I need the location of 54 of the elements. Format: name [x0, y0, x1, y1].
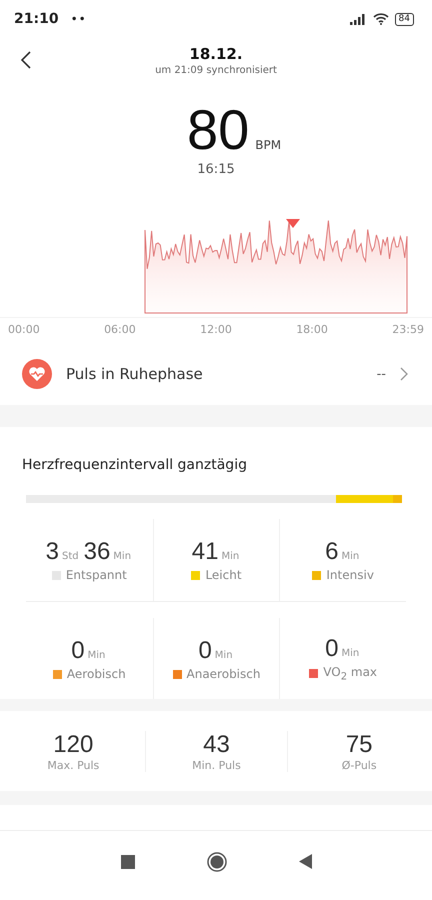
circle-icon — [206, 852, 226, 872]
signal-icon — [350, 14, 367, 24]
back-nav-button[interactable] — [298, 854, 312, 869]
wifi-icon — [372, 13, 389, 25]
resting-pulse-value: -- — [376, 366, 386, 382]
measurement-time: 16:15 — [197, 162, 235, 177]
resting-pulse-label: Puls in Ruhephase — [66, 365, 203, 383]
axis-label: 12:00 — [200, 323, 232, 338]
zone-value: 0 — [198, 637, 212, 665]
battery-indicator: 84 — [394, 12, 414, 26]
stat-label: Ø-Puls — [342, 758, 377, 772]
stat-label: Max. Puls — [47, 758, 100, 772]
stat-value: 75 — [346, 730, 373, 758]
zone-value: 36 — [84, 538, 110, 566]
section-title: Herzfrequenzintervall ganztägig — [22, 457, 248, 473]
back-icon — [20, 50, 32, 70]
zone-unit: Min — [113, 551, 132, 562]
axis-label: 00:00 — [8, 323, 40, 338]
status-time: 21:10 — [14, 11, 59, 27]
date-title: 18.12. — [189, 44, 243, 62]
marker-icon — [286, 219, 300, 228]
zone-unit: Min — [88, 650, 106, 661]
zone-label: Anaerobisch — [186, 667, 260, 681]
zone-unit: Std — [62, 551, 79, 562]
zone-label: Entspannt — [66, 568, 127, 582]
zone-unit: Min — [341, 551, 360, 562]
zone-unit: Min — [341, 648, 360, 660]
zone-label: Leicht — [205, 568, 242, 582]
zone-value: 3 — [46, 538, 59, 566]
recents-button[interactable] — [120, 854, 134, 868]
stat-value: 120 — [53, 730, 94, 758]
zone-label: VO$_{2}$ max — [323, 665, 378, 683]
zone-value: 0 — [71, 637, 85, 665]
axis-label: 18:00 — [296, 323, 328, 338]
zone-label: Intensiv — [326, 568, 374, 582]
zone-value: 41 — [192, 538, 218, 566]
axis-label: 23:59 — [392, 323, 424, 338]
zone-value: 0 — [325, 635, 338, 664]
sync-subtitle: um 21:09 synchronisiert — [155, 64, 277, 76]
zone-unit: Min — [214, 650, 233, 661]
zone-value: 6 — [325, 538, 338, 566]
home-button[interactable] — [206, 852, 226, 872]
axis-label: 06:00 — [104, 323, 136, 338]
square-icon — [120, 854, 134, 868]
heart-rate-unit: BPM — [255, 138, 282, 152]
stat-value: 43 — [203, 730, 230, 758]
zone-label: Aerobisch — [66, 667, 126, 681]
chevron-icon — [400, 367, 408, 381]
zone-unit: Min — [221, 551, 240, 562]
resting-pulse-row[interactable]: Puls in Ruhephase -- — [0, 343, 432, 405]
notification-dots: •• — [70, 12, 87, 26]
stat-label: Min. Puls — [192, 758, 241, 772]
heart-rate-value: 80 — [186, 100, 250, 160]
triangle-icon — [298, 854, 312, 869]
